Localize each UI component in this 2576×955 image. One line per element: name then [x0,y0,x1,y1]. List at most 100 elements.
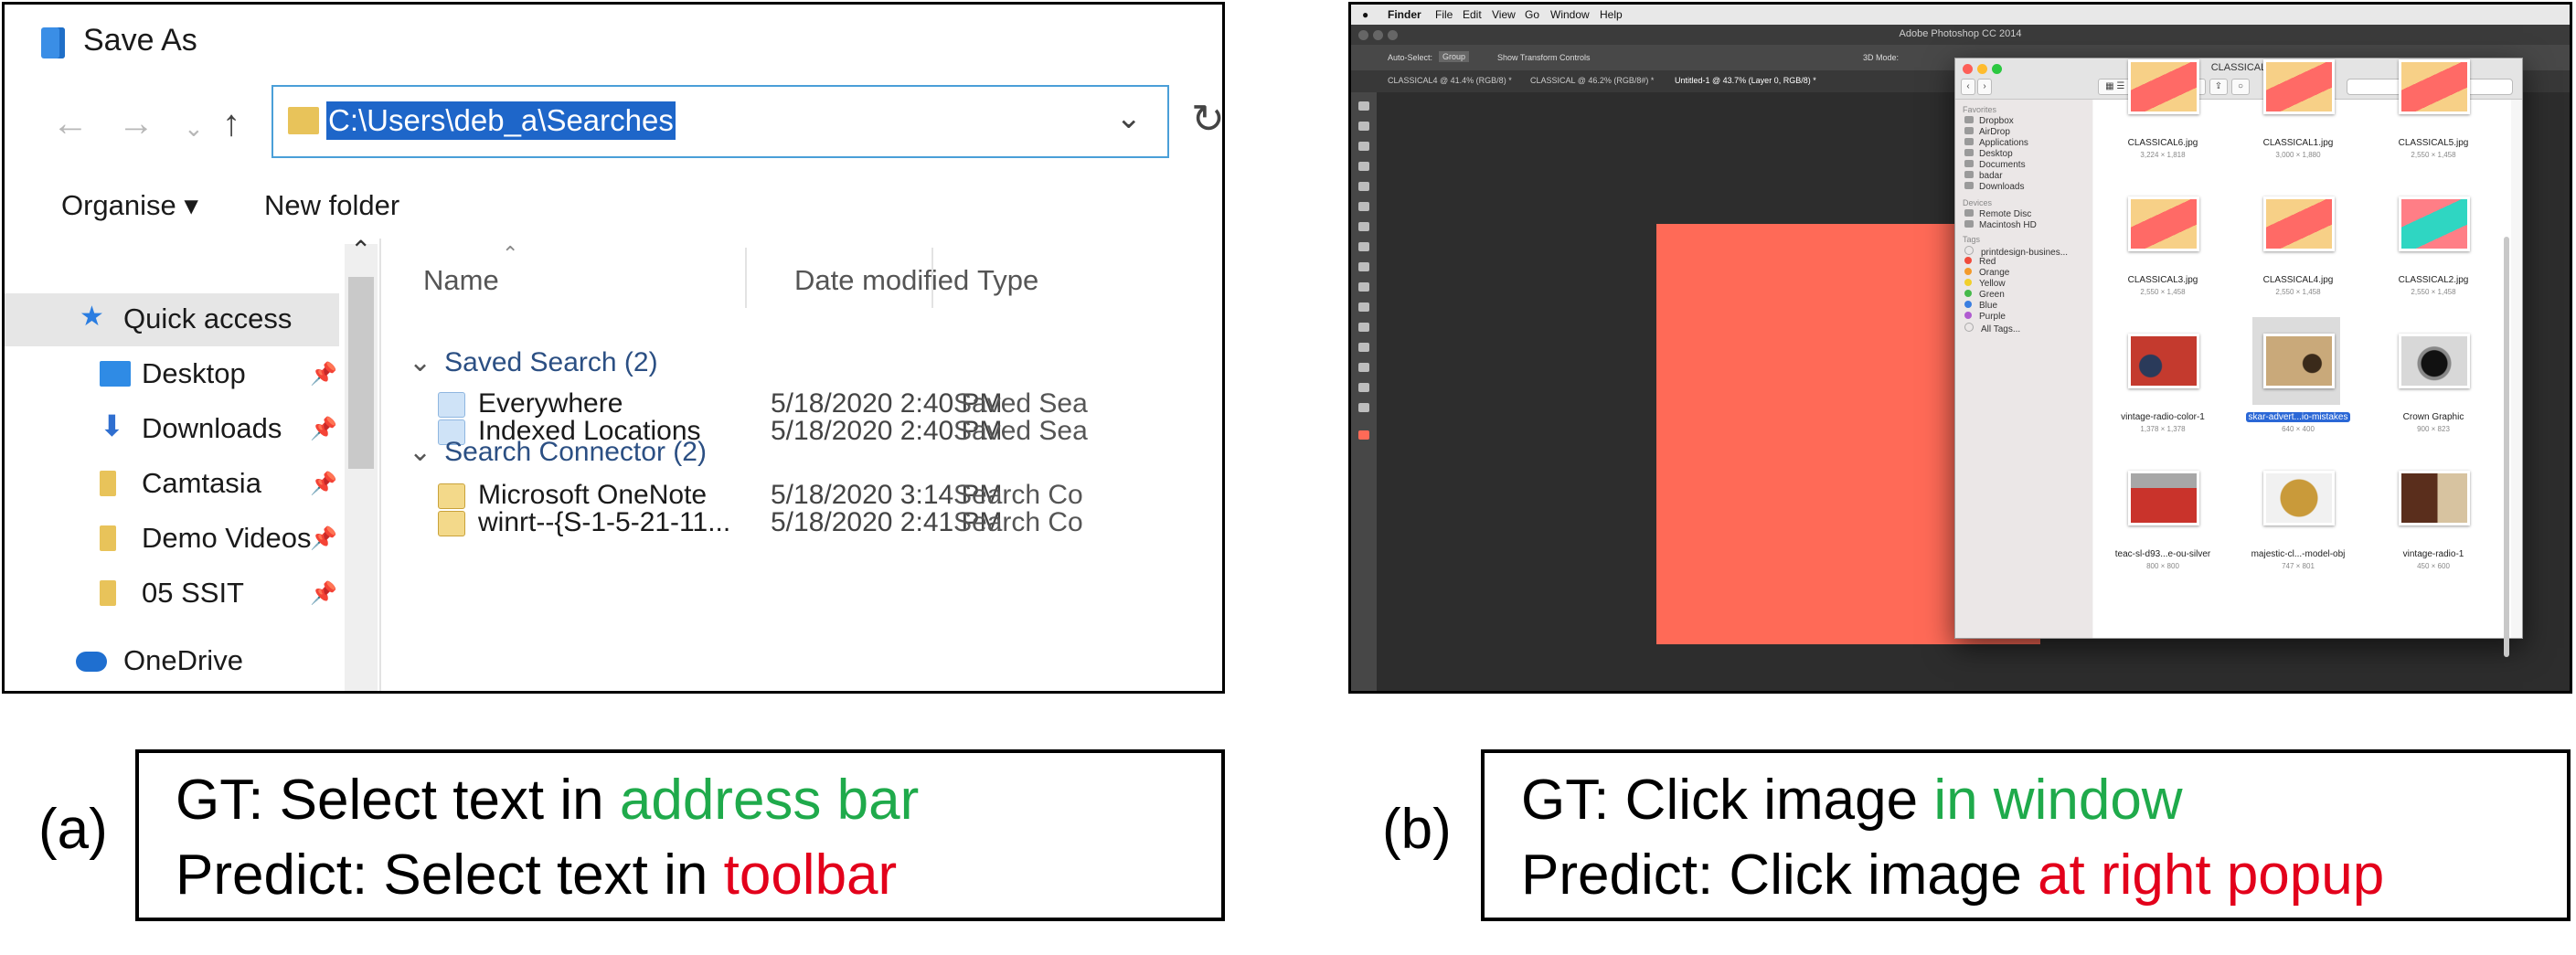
thumbnail-frame[interactable] [2117,43,2205,131]
thumbnail-frame[interactable] [2252,454,2340,542]
finder-thumbnail[interactable]: majestic-cl...-model-obj 747 × 801 [2234,454,2362,610]
sidebar-item-documents[interactable]: Documents [1964,160,2026,170]
forward-icon[interactable]: › [1977,79,1992,95]
menu-go[interactable]: Go [1525,8,1539,21]
doc-tab[interactable]: CLASSICAL @ 46.2% (RGB/8#) * [1530,76,1654,85]
foreground-color-swatch[interactable] [1358,430,1369,440]
eyedropper-tool-icon[interactable] [1358,202,1369,211]
scroll-up-icon[interactable]: ⌃ [350,235,371,265]
thumbnail-frame[interactable] [2388,454,2475,542]
address-dropdown-icon[interactable]: ⌄ [1116,100,1143,136]
sidebar-item-remote-disc[interactable]: Remote Disc [1964,209,2031,219]
thumbnail-image[interactable] [2399,196,2470,251]
group-dropdown[interactable]: Group [1439,51,1470,62]
thumbnail-image[interactable] [2128,471,2199,525]
shape-tool-icon[interactable] [1358,363,1369,372]
show-transform-controls[interactable]: Show Transform Controls [1497,53,1591,62]
column-separator[interactable] [931,248,933,308]
menu-view[interactable]: View [1492,8,1516,21]
sidebar-item-desktop[interactable]: Desktop [1964,149,2013,159]
column-separator[interactable] [745,248,747,308]
nav-item-camtasia[interactable]: Camtasia 📌 [5,458,339,511]
thumbnail-image[interactable] [2263,196,2335,251]
menu-window[interactable]: Window [1550,8,1590,21]
thumbnail-frame[interactable] [2117,454,2205,542]
thumbnail-image[interactable] [2263,471,2335,525]
pane-divider[interactable] [379,239,381,691]
thumbnail-frame[interactable] [2388,180,2475,268]
finder-thumbnail[interactable]: vintage-radio-color-1 1,378 × 1,378 [2099,317,2227,472]
back-icon[interactable]: ‹ [1961,79,1975,95]
hand-tool-icon[interactable] [1358,383,1369,392]
path-tool-icon[interactable] [1358,343,1369,352]
column-header-type[interactable]: Type [977,264,1038,297]
sidebar-item-airdrop[interactable]: AirDrop [1964,127,2010,137]
back-arrow-icon[interactable]: ← [52,103,89,144]
doc-tab-active[interactable]: Untitled-1 @ 43.7% (Layer 0, RGB/8) * [1675,76,1816,85]
new-folder-button[interactable]: New folder [264,189,399,222]
sidebar-tag-blue[interactable]: Blue [1964,301,1997,311]
thumbnail-image[interactable] [2399,334,2470,388]
up-arrow-icon[interactable]: ↑ [222,103,240,144]
column-header-name[interactable]: Name [423,264,499,297]
finder-thumbnail[interactable]: teac-sl-d93...e-ou-silver 800 × 800 [2099,454,2227,610]
sidebar-item-macintosh-hd[interactable]: Macintosh HD [1964,220,2037,230]
nav-item-demo-videos[interactable]: Demo Videos 📌 [5,513,339,566]
sidebar-tag-green[interactable]: Green [1964,290,2005,300]
menu-finder[interactable]: Finder [1388,8,1421,21]
thumbnail-image[interactable] [2128,59,2199,114]
sidebar-item-applications[interactable]: Applications [1964,138,2028,148]
address-bar[interactable]: C:\Users\deb_a\Searches ⌄ [271,85,1169,158]
lasso-tool-icon[interactable] [1358,142,1369,151]
sidebar-tag-red[interactable]: Red [1964,257,1996,267]
finder-thumbnail[interactable]: CLASSICAL5.jpg 2,550 × 1,458 [2369,43,2497,198]
thumbnail-image[interactable] [2128,196,2199,251]
thumbnail-image[interactable] [2128,334,2199,388]
nav-scrollbar-thumb[interactable] [348,277,374,469]
thumbnail-frame[interactable] [2252,180,2340,268]
nav-item-desktop[interactable]: Desktop 📌 [5,348,339,401]
thumbnail-image[interactable] [2399,471,2470,525]
auto-select-label[interactable]: Auto-Select: [1388,53,1432,62]
type-tool-icon[interactable] [1358,323,1369,332]
finder-thumbnail[interactable]: CLASSICAL6.jpg 3,224 × 1,818 [2099,43,2227,198]
marquee-tool-icon[interactable] [1358,122,1369,131]
finder-thumbnail[interactable]: skar-advert...io-mistakes 640 × 400 [2234,317,2362,472]
address-path-text[interactable]: C:\Users\deb_a\Searches [326,101,676,140]
thumbnail-image[interactable] [2263,59,2335,114]
doc-tab[interactable]: CLASSICAL4 @ 41.4% (RGB/8) * [1388,76,1512,85]
group-header-search-connector[interactable]: ⌄ Search Connector (2) [409,436,707,468]
refresh-icon[interactable]: ↻ [1191,96,1222,143]
file-row[interactable]: winrt--{S-1-5-21-11... 5/18/2020 2:41 PM… [383,500,1222,547]
zoom-tool-icon[interactable] [1358,403,1369,412]
sidebar-item-downloads[interactable]: Downloads [1964,182,2024,192]
forward-arrow-icon[interactable]: → [118,103,154,144]
finder-thumbnail[interactable]: CLASSICAL2.jpg 2,550 × 1,458 [2369,180,2497,335]
thumbnail-image[interactable] [2399,59,2470,114]
brush-tool-icon[interactable] [1358,222,1369,231]
sidebar-tag-yellow[interactable]: Yellow [1964,279,2006,289]
nav-item-onedrive[interactable]: OneDrive [5,635,339,688]
sidebar-tag-purple[interactable]: Purple [1964,312,2006,322]
finder-thumbnail[interactable]: Crown Graphic 900 × 823 [2369,317,2497,472]
gradient-tool-icon[interactable] [1358,282,1369,292]
thumbnail-frame[interactable] [2117,180,2205,268]
menu-help[interactable]: Help [1600,8,1623,21]
thumbnail-frame[interactable] [2252,43,2340,131]
finder-thumbnail[interactable]: CLASSICAL4.jpg 2,550 × 1,458 [2234,180,2362,335]
thumbnail-image[interactable] [2263,334,2335,388]
sidebar-item-badar[interactable]: badar [1964,171,2003,181]
crop-tool-icon[interactable] [1358,182,1369,191]
thumbnail-frame[interactable] [2388,317,2475,405]
recent-dropdown-icon[interactable]: ⌄ [184,114,204,143]
finder-scrollbar[interactable] [2504,237,2509,657]
thumbnail-frame[interactable] [2117,317,2205,405]
menu-edit[interactable]: Edit [1463,8,1482,21]
sidebar-item-dropbox[interactable]: Dropbox [1964,116,2014,126]
group-header-saved-search[interactable]: ⌄ Saved Search (2) [409,346,658,378]
sidebar-all-tags[interactable]: All Tags... [1964,323,2020,334]
nav-item-05-ssit[interactable]: 05 SSIT 📌 [5,568,339,621]
stamp-tool-icon[interactable] [1358,242,1369,251]
finder-thumbnail[interactable]: CLASSICAL1.jpg 3,000 × 1,880 [2234,43,2362,198]
apple-icon[interactable]: ● [1362,8,1368,21]
